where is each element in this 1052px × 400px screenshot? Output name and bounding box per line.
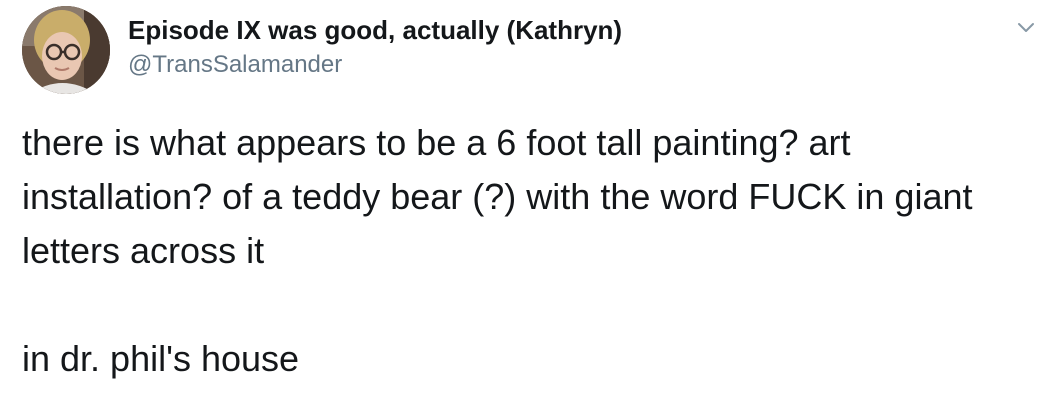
tweet-text-paragraph: there is what appears to be a 6 foot tal… — [22, 122, 973, 271]
tweet-card: Episode IX was good, actually (Kathryn) … — [0, 0, 1052, 400]
avatar[interactable] — [22, 6, 110, 94]
tweet-text-paragraph: in dr. phil's house — [22, 338, 300, 379]
author-display-name[interactable]: Episode IX was good, actually (Kathryn) — [128, 14, 622, 46]
chevron-down-icon[interactable] — [1012, 14, 1040, 42]
avatar-image — [22, 6, 110, 94]
tweet-text: there is what appears to be a 6 foot tal… — [22, 116, 1022, 386]
author-handle[interactable]: @TransSalamander — [128, 50, 342, 80]
